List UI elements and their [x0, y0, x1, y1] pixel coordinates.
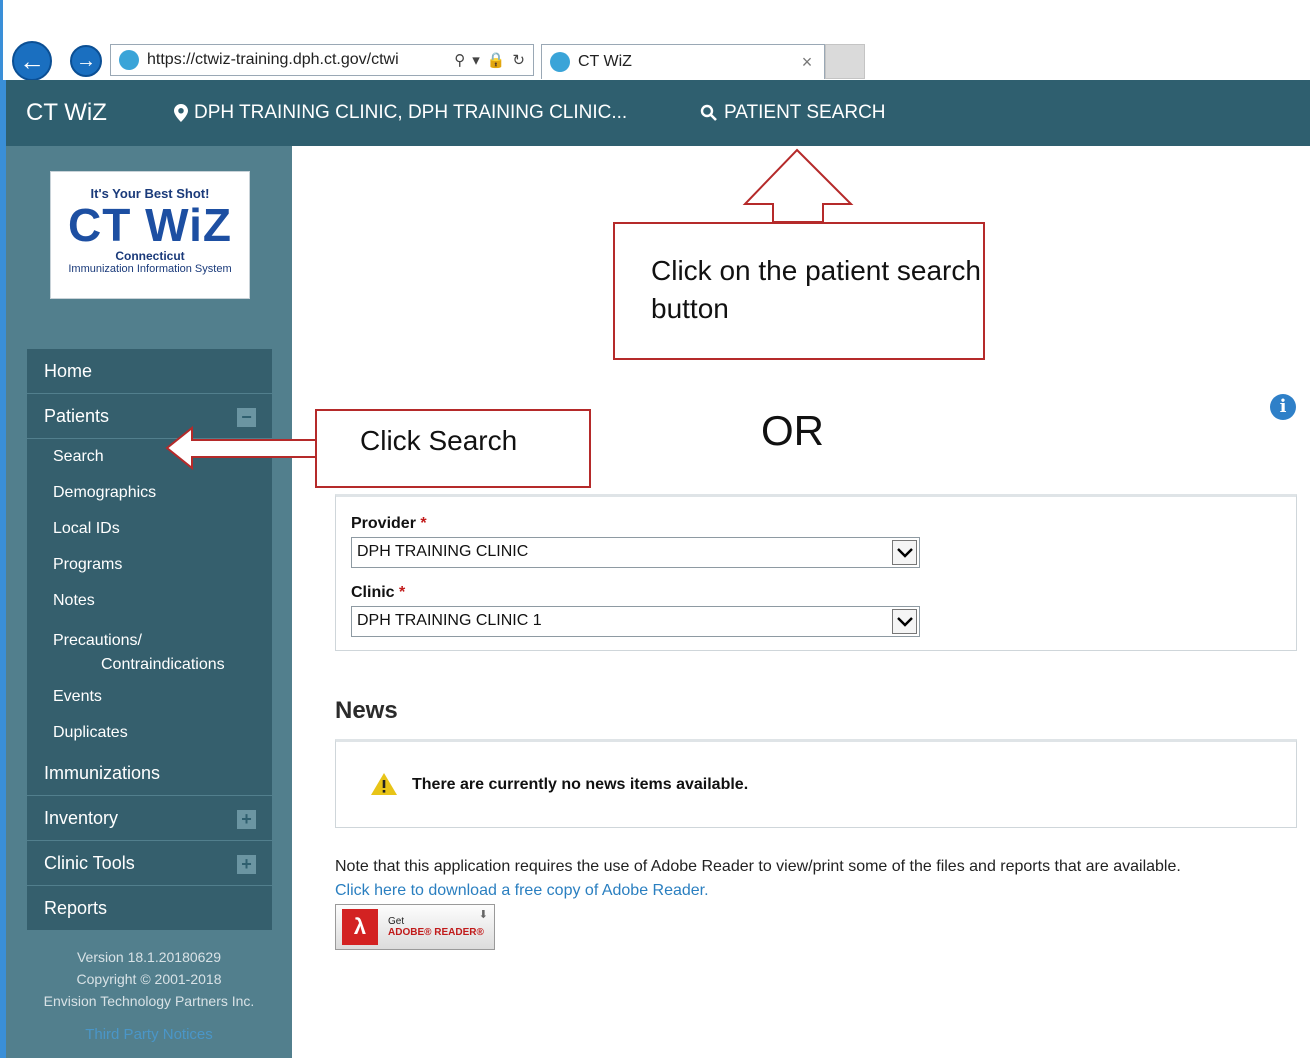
provider-clinic-panel: Provider * DPH TRAINING CLINIC Clinic * … — [335, 494, 1297, 651]
provider-label-text: Provider — [351, 515, 416, 532]
refresh-icon[interactable]: ↻ — [512, 51, 525, 69]
get-adobe-reader-button[interactable]: λ Get ADOBE® READER® ⬇ — [335, 904, 495, 950]
app-header: CT WiZ DPH TRAINING CLINIC, DPH TRAINING… — [0, 80, 1310, 146]
chevron-down-icon[interactable] — [892, 540, 917, 565]
precautions-line1: Precautions/ — [53, 632, 142, 649]
badge-product: ADOBE® READER® — [388, 927, 484, 938]
expand-icon[interactable]: + — [237, 810, 256, 829]
news-message: There are currently no news items availa… — [412, 776, 749, 793]
sidebar-subitem-precautions[interactable]: Precautions/ Contraindications — [27, 619, 272, 679]
site-favicon-icon — [119, 50, 139, 70]
forward-button[interactable]: → — [70, 45, 102, 77]
sidebar-subitem-search[interactable]: Search — [27, 439, 272, 475]
sidebar-subitem-notes[interactable]: Notes — [27, 583, 272, 619]
lock-icon[interactable]: 🔒 — [487, 51, 506, 69]
provider-select[interactable]: DPH TRAINING CLINIC — [351, 537, 920, 568]
required-marker: * — [399, 584, 406, 601]
sidebar-subitem-events[interactable]: Events — [27, 679, 272, 715]
ctwiz-logo: It's Your Best Shot! CT WiZ Connecticut … — [50, 171, 250, 299]
sidebar-item-label: Inventory — [44, 807, 119, 828]
sidebar-item-label: Patients — [44, 405, 110, 426]
patients-submenu: Search Demographics Local IDs Programs N… — [27, 439, 272, 751]
copyright-text: Copyright © 2001-2018 — [76, 971, 222, 987]
info-icon[interactable]: i — [1270, 394, 1296, 420]
logo-name: CT WiZ — [68, 199, 232, 251]
sidebar-item-inventory[interactable]: Inventory + — [27, 796, 272, 841]
provider-value: DPH TRAINING CLINIC — [357, 543, 529, 560]
news-heading: News — [335, 697, 398, 724]
sidebar-subitem-demographics[interactable]: Demographics — [27, 475, 272, 511]
patient-search-callout: Click on the patient search button — [613, 222, 985, 360]
logo-subtitle-system: Immunization Information System — [68, 263, 232, 275]
patient-search-label: PATIENT SEARCH — [724, 102, 886, 123]
address-bar[interactable]: https://ctwiz-training.dph.ct.gov/ctwi ⚲… — [110, 44, 534, 76]
required-marker: * — [420, 515, 427, 532]
collapse-icon[interactable]: − — [237, 408, 256, 427]
clinic-label: Clinic * — [351, 584, 405, 602]
expand-icon[interactable]: + — [237, 855, 256, 874]
company-name: Envision Technology Partners Inc. — [43, 993, 255, 1009]
adobe-logo-icon: λ — [342, 909, 378, 945]
browser-tab[interactable]: CT WiZ × — [541, 44, 825, 79]
sidebar-item-label: Clinic Tools — [44, 852, 135, 873]
search-icon[interactable]: ⚲ — [454, 51, 465, 69]
tab-favicon-icon — [550, 52, 570, 72]
sidebar-item-reports[interactable]: Reports — [27, 886, 272, 931]
clinic-selector[interactable]: DPH TRAINING CLINIC, DPH TRAINING CLINIC… — [174, 102, 627, 124]
sidebar-item-immunizations[interactable]: Immunizations — [27, 751, 272, 796]
clinic-select[interactable]: DPH TRAINING CLINIC 1 — [351, 606, 920, 637]
magnifier-icon — [700, 104, 717, 121]
version-info: Version 18.1.20180629 Copyright © 2001-2… — [6, 946, 292, 1012]
sidebar: It's Your Best Shot! CT WiZ Connecticut … — [0, 146, 292, 1058]
news-panel: There are currently no news items availa… — [335, 739, 1297, 828]
app-title[interactable]: CT WiZ — [26, 99, 107, 127]
up-arrow-shape — [742, 148, 854, 223]
adobe-badge-text: Get ADOBE® READER® — [388, 916, 484, 938]
dropdown-icon[interactable]: ▾ — [472, 51, 480, 69]
clinic-value: DPH TRAINING CLINIC 1 — [357, 612, 542, 629]
precautions-line2: Contraindications — [101, 656, 225, 673]
patient-search-button[interactable]: PATIENT SEARCH — [700, 102, 886, 124]
location-pin-icon — [174, 104, 188, 122]
version-number: Version 18.1.20180629 — [76, 949, 221, 965]
back-button[interactable]: ← — [12, 41, 52, 81]
tab-title: CT WiZ — [578, 53, 632, 70]
sidebar-subitem-duplicates[interactable]: Duplicates — [27, 715, 272, 751]
arrow-left-icon: ← — [19, 45, 45, 76]
clinic-label-text: Clinic — [351, 584, 395, 601]
adobe-note: Note that this application requires the … — [335, 858, 1181, 875]
adobe-download-link[interactable]: Click here to download a free copy of Ad… — [335, 882, 709, 900]
arrow-right-icon: → — [76, 49, 96, 72]
sidebar-item-patients[interactable]: Patients − — [27, 394, 272, 439]
or-label: OR — [761, 407, 824, 454]
sidebar-subitem-local-ids[interactable]: Local IDs — [27, 511, 272, 547]
logo-subtitle-state: Connecticut — [115, 249, 185, 263]
sidebar-subitem-programs[interactable]: Programs — [27, 547, 272, 583]
sidebar-menu: Home Patients − Search Demographics Loca… — [27, 349, 272, 931]
sidebar-item-home[interactable]: Home — [27, 349, 272, 394]
close-tab-icon[interactable]: × — [790, 52, 824, 73]
clinic-name: DPH TRAINING CLINIC, DPH TRAINING CLINIC… — [194, 102, 628, 123]
provider-label: Provider * — [351, 515, 427, 533]
warning-icon — [371, 773, 397, 795]
sidebar-item-clinic-tools[interactable]: Clinic Tools + — [27, 841, 272, 886]
badge-get: Get — [388, 916, 405, 927]
download-arrow-icon: ⬇ — [478, 909, 488, 921]
search-callout: Click Search — [315, 409, 591, 488]
third-party-notices-link[interactable]: Third Party Notices — [6, 1026, 292, 1043]
url-text[interactable]: https://ctwiz-training.dph.ct.gov/ctwi — [147, 51, 446, 69]
new-tab-button[interactable] — [825, 44, 865, 79]
chevron-down-icon[interactable] — [892, 609, 917, 634]
browser-chrome: ← → https://ctwiz-training.dph.ct.gov/ct… — [0, 0, 1310, 81]
